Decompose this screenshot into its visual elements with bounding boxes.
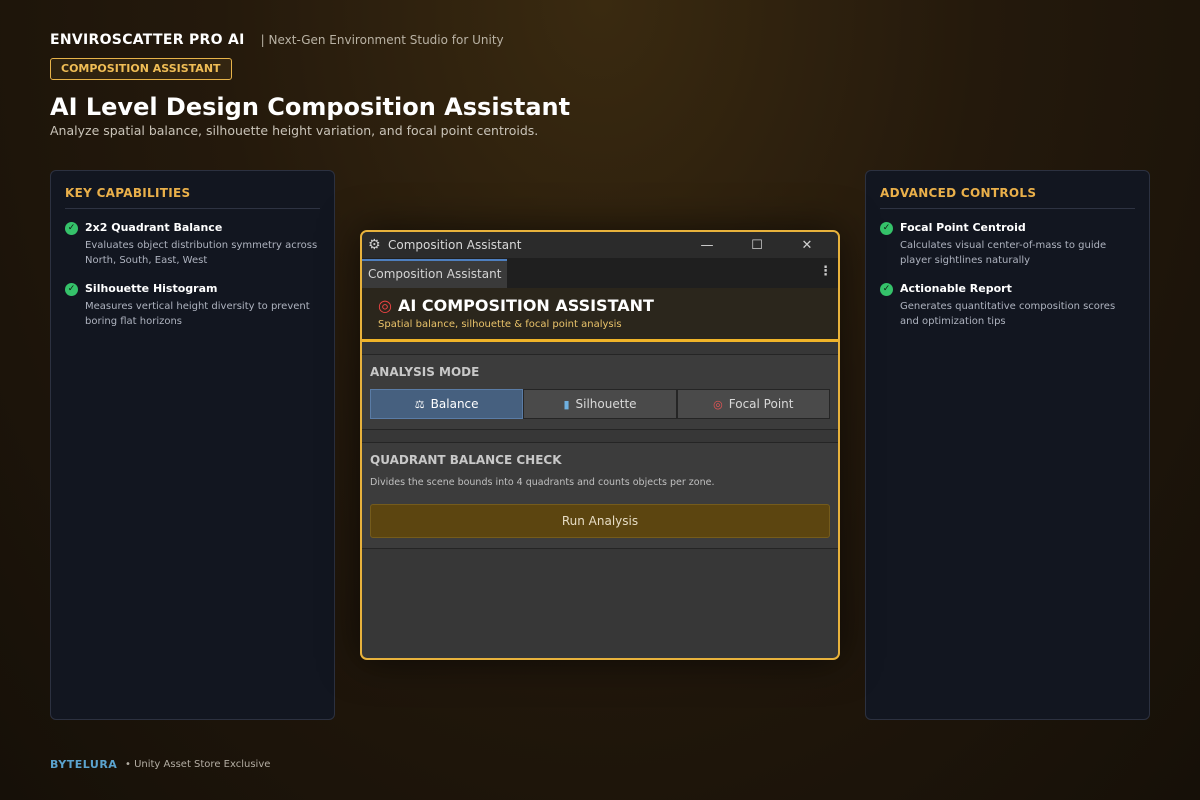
page-subtitle: Analyze spatial balance, silhouette heig… <box>50 123 539 138</box>
mode-balance-button[interactable]: ⚖ Balance <box>370 389 524 419</box>
page-title: AI Level Design Composition Assistant <box>50 93 571 121</box>
analysis-mode-section: ANALYSIS MODE ⚖ Balance ▮ Silhouette ◎ F… <box>362 354 838 430</box>
header-title: ◎ AI COMPOSITION ASSISTANT <box>378 296 822 315</box>
check-icon: ✓ <box>880 222 893 235</box>
close-button[interactable]: ✕ <box>782 238 832 253</box>
check-icon: ✓ <box>65 283 78 296</box>
feature-title: Actionable Report <box>900 282 1012 295</box>
mode-silhouette-button[interactable]: ▮ Silhouette <box>523 389 677 419</box>
brand-tagline: | Next-Gen Environment Studio for Unity <box>260 33 504 47</box>
feature-item: ✓ Actionable Report Generates quantitati… <box>880 282 1135 329</box>
feature-title: Focal Point Centroid <box>900 221 1026 234</box>
quadrant-check-desc: Divides the scene bounds into 4 quadrant… <box>370 477 715 488</box>
feature-desc: Calculates visual center-of-mass to guid… <box>900 240 1107 266</box>
panel-heading: ADVANCED CONTROLS <box>880 186 1135 209</box>
mode-label: Focal Point <box>728 397 794 411</box>
feature-desc: Measures vertical height diversity to pr… <box>85 301 310 327</box>
feature-item: ✓ Focal Point Centroid Calculates visual… <box>880 221 1135 268</box>
footer-brand: BYTELURA <box>50 758 118 771</box>
mode-label: Balance <box>430 397 479 411</box>
feature-item: ✓ 2x2 Quadrant Balance Evaluates object … <box>65 221 320 268</box>
window-title: Composition Assistant <box>388 238 522 252</box>
analysis-mode-label: ANALYSIS MODE <box>370 365 480 379</box>
feature-desc: Generates quantitative composition score… <box>900 301 1116 327</box>
panel-heading: KEY CAPABILITIES <box>65 186 320 209</box>
window-titlebar[interactable]: ⚙ Composition Assistant — ☐ ✕ <box>362 232 838 258</box>
header-title-text: AI COMPOSITION ASSISTANT <box>397 296 654 315</box>
balance-icon: ⚖ <box>414 397 425 411</box>
key-capabilities-panel: KEY CAPABILITIES ✓ 2x2 Quadrant Balance … <box>50 170 335 720</box>
feature-title: 2x2 Quadrant Balance <box>85 221 223 234</box>
check-icon: ✓ <box>880 283 893 296</box>
advanced-controls-panel: ADVANCED CONTROLS ✓ Focal Point Centroid… <box>865 170 1150 720</box>
mode-focal-point-button[interactable]: ◎ Focal Point <box>676 389 830 419</box>
quadrant-balance-section: QUADRANT BALANCE CHECK Divides the scene… <box>362 442 838 549</box>
footer-note: • Unity Asset Store Exclusive <box>125 759 271 770</box>
assistant-header: ◎ AI COMPOSITION ASSISTANT Spatial balanc… <box>362 288 838 342</box>
gear-icon: ⚙ <box>368 237 381 253</box>
composition-assistant-window: ⚙ Composition Assistant — ☐ ✕ Compositio… <box>360 230 840 660</box>
tab-composition-assistant[interactable]: Composition Assistant <box>362 259 508 288</box>
feature-item: ✓ Silhouette Histogram Measures vertical… <box>65 282 320 329</box>
bar-chart-icon: ▮ <box>563 397 570 411</box>
section-badge: COMPOSITION ASSISTANT <box>50 58 232 80</box>
run-analysis-button[interactable]: Run Analysis <box>370 504 830 538</box>
quadrant-check-label: QUADRANT BALANCE CHECK <box>370 453 562 467</box>
header-subtitle: Spatial balance, silhouette & focal poin… <box>378 319 622 330</box>
tab-bar: Composition Assistant ⋮ <box>362 258 838 288</box>
minimize-button[interactable]: — <box>682 238 732 253</box>
target-icon: ◎ <box>713 397 723 411</box>
more-menu-icon[interactable]: ⋮ <box>819 264 832 279</box>
mode-selector: ⚖ Balance ▮ Silhouette ◎ Focal Point <box>370 389 830 419</box>
brand-row: ENVIROSCATTER PRO AI | Next-Gen Environm… <box>50 32 504 48</box>
maximize-button[interactable]: ☐ <box>732 238 782 253</box>
feature-desc: Evaluates object distribution symmetry a… <box>85 240 318 266</box>
target-icon: ◎ <box>378 296 392 315</box>
mode-label: Silhouette <box>575 397 637 411</box>
check-icon: ✓ <box>65 222 78 235</box>
brand-name: ENVIROSCATTER PRO AI <box>50 32 245 48</box>
feature-title: Silhouette Histogram <box>85 282 218 295</box>
